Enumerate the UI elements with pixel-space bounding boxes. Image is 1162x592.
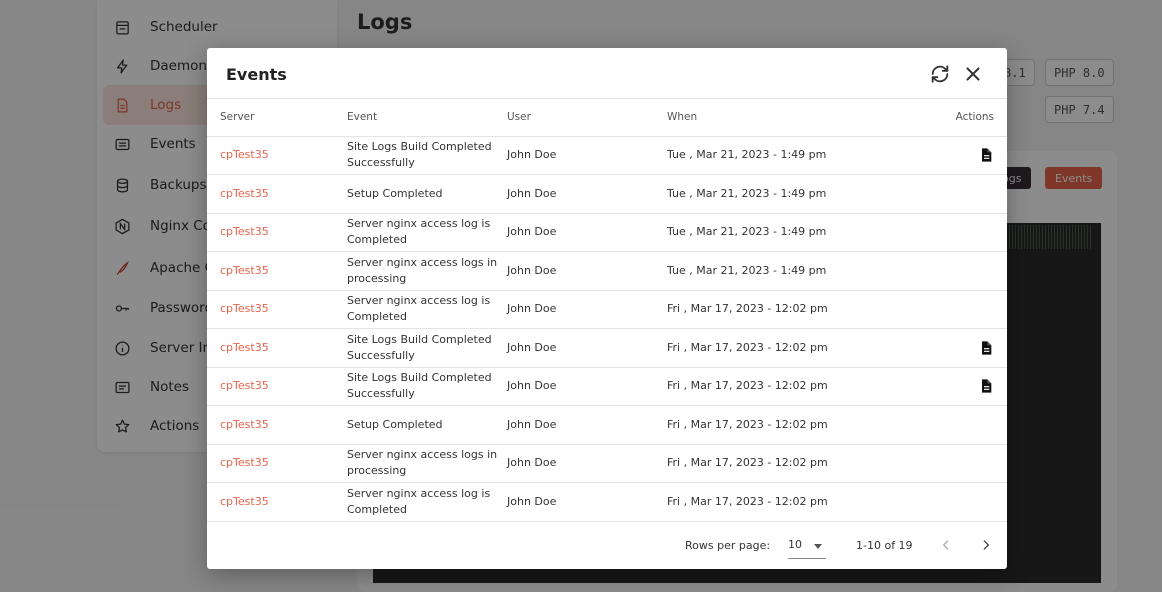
refresh-icon[interactable] [929,63,951,85]
table-header-row: Server Event User When Actions [207,99,1007,137]
cell-user: John Doe [507,213,667,252]
cell-server: cpTest35 [207,251,347,291]
cell-event: Server nginx access logs in processing [347,251,507,291]
server-link[interactable]: cpTest35 [220,418,269,431]
cell-server: cpTest35 [207,405,347,445]
table-row: cpTest35 Site Logs Build Completed Succes… [207,328,1007,368]
cell-user: John Doe [507,367,667,406]
cell-server: cpTest35 [207,444,347,483]
cell-event: Server nginx access log is Completed [347,213,507,252]
rows-per-page-select[interactable]: 10 [788,533,826,559]
cell-actions [937,405,1007,445]
document-icon[interactable] [978,378,994,394]
chevron-right-icon[interactable] [976,535,996,555]
cell-server: cpTest35 [207,482,347,522]
cell-event: Site Logs Build Completed Successfully [347,136,507,175]
cell-actions [937,251,1007,291]
cell-event: Server nginx access log is Completed [347,290,507,329]
server-link[interactable]: cpTest35 [220,495,269,508]
cell-actions [937,482,1007,522]
cell-user: John Doe [507,328,667,368]
cell-server: cpTest35 [207,174,347,214]
table-row: cpTest35 Server nginx access log is Compl… [207,213,1007,252]
cell-event: Server nginx access log is Completed [347,482,507,522]
cell-when: Fri , Mar 17, 2023 - 12:02 pm [667,328,937,368]
cell-user: John Doe [507,251,667,291]
caret-down-icon [814,544,822,549]
chevron-left-icon[interactable] [936,535,956,555]
cell-actions [937,174,1007,214]
cell-event: Site Logs Build Completed Successfully [347,328,507,368]
cell-server: cpTest35 [207,136,347,175]
modal-header: Events [207,48,1007,99]
table-row: cpTest35 Site Logs Build Completed Succes… [207,367,1007,406]
server-link[interactable]: cpTest35 [220,379,269,392]
server-link[interactable]: cpTest35 [220,341,269,354]
cell-user: John Doe [507,290,667,329]
rows-per-page-label: Rows per page: [685,539,771,552]
close-icon[interactable] [962,63,984,85]
cell-user: John Doe [507,405,667,445]
cell-user: John Doe [507,444,667,483]
table-row: cpTest35 Site Logs Build Completed Succes… [207,136,1007,175]
cell-actions [937,290,1007,329]
cell-user: John Doe [507,482,667,522]
cell-server: cpTest35 [207,328,347,368]
document-icon[interactable] [978,340,994,356]
cell-actions [937,213,1007,252]
server-link[interactable]: cpTest35 [220,264,269,277]
cell-actions [937,444,1007,483]
events-modal: Events Server Event User When Actions cp… [207,48,1007,569]
cell-server: cpTest35 [207,213,347,252]
rows-per-page-value: 10 [788,538,802,551]
cell-when: Tue , Mar 21, 2023 - 1:49 pm [667,174,937,214]
table-row: cpTest35 Server nginx access logs in proc… [207,251,1007,291]
column-header-event[interactable]: Event [347,99,507,137]
cell-actions [937,328,1007,368]
document-icon[interactable] [978,147,994,163]
server-link[interactable]: cpTest35 [220,225,269,238]
cell-event: Setup Completed [347,405,507,445]
cell-server: cpTest35 [207,367,347,406]
cell-when: Fri , Mar 17, 2023 - 12:02 pm [667,405,937,445]
cell-when: Tue , Mar 21, 2023 - 1:49 pm [667,136,937,175]
table-row: cpTest35 Server nginx access logs in proc… [207,444,1007,483]
table-row: cpTest35 Server nginx access log is Compl… [207,482,1007,522]
cell-actions [937,136,1007,175]
cell-when: Fri , Mar 17, 2023 - 12:02 pm [667,444,937,483]
cell-when: Fri , Mar 17, 2023 - 12:02 pm [667,290,937,329]
pagination-range: 1-10 of 19 [856,539,913,552]
events-table: Server Event User When Actions cpTest35 S… [207,99,1007,522]
table-pagination: Rows per page: 10 1-10 of 19 [207,521,1007,569]
column-header-when[interactable]: When [667,99,937,137]
cell-user: John Doe [507,136,667,175]
cell-when: Tue , Mar 21, 2023 - 1:49 pm [667,251,937,291]
cell-event: Setup Completed [347,174,507,214]
cell-when: Fri , Mar 17, 2023 - 12:02 pm [667,482,937,522]
cell-when: Fri , Mar 17, 2023 - 12:02 pm [667,367,937,406]
server-link[interactable]: cpTest35 [220,187,269,200]
modal-title: Events [226,65,287,84]
table-row: cpTest35 Server nginx access log is Compl… [207,290,1007,329]
cell-event: Site Logs Build Completed Successfully [347,367,507,406]
column-header-actions: Actions [937,99,1007,137]
server-link[interactable]: cpTest35 [220,302,269,315]
table-row: cpTest35 Setup Completed John Doe Fri , Mar… [207,405,1007,445]
cell-event: Server nginx access logs in processing [347,444,507,483]
server-link[interactable]: cpTest35 [220,148,269,161]
server-link[interactable]: cpTest35 [220,456,269,469]
cell-actions [937,367,1007,406]
column-header-user[interactable]: User [507,99,667,137]
cell-when: Tue , Mar 21, 2023 - 1:49 pm [667,213,937,252]
table-row: cpTest35 Setup Completed John Doe Tue , Mar… [207,174,1007,214]
cell-user: John Doe [507,174,667,214]
column-header-server[interactable]: Server [207,99,347,137]
cell-server: cpTest35 [207,290,347,329]
